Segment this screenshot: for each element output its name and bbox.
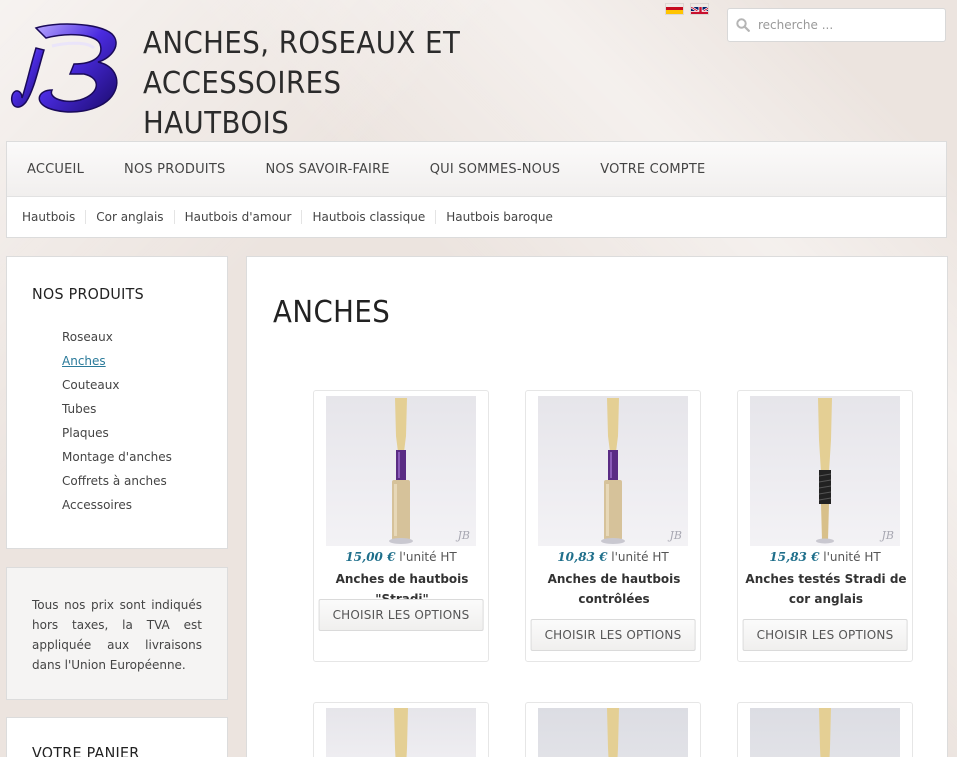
tax-note: Tous nos prix sont indiqués hors taxes, … — [32, 598, 202, 672]
page-title: ANCHES — [273, 295, 391, 330]
category-link-roseaux[interactable]: Roseaux — [62, 330, 113, 344]
site-title[interactable]: ANCHES, ROSEAUX ET ACCESSOIRES HAUTBOIS — [143, 24, 658, 144]
category-item: Anches — [62, 349, 227, 373]
menu-item-nos-produits[interactable]: NOS PRODUITS — [124, 162, 225, 177]
category-link-tubes[interactable]: Tubes — [62, 402, 96, 416]
product-price: 15,00 € l'unité HT — [314, 550, 488, 564]
english-flag-icon[interactable] — [690, 3, 709, 15]
category-link-coffrets[interactable]: Coffrets à anches — [62, 474, 167, 488]
category-item: Tubes — [62, 397, 227, 421]
reed-image — [816, 398, 834, 544]
product-image[interactable]: JB — [750, 396, 900, 546]
menu-item-qui-sommes-nous[interactable]: QUI SOMMES-NOUS — [430, 162, 561, 177]
reed-image — [389, 398, 413, 544]
product-watermark: JB — [457, 529, 471, 542]
sub-menu: Hautbois Cor anglais Hautbois d'amour Ha… — [7, 197, 946, 237]
submenu-item-hautbois-classique[interactable]: Hautbois classique — [312, 210, 437, 224]
menu-item-accueil[interactable]: ACCUEIL — [27, 162, 84, 177]
product-price: 10,83 € l'unité HT — [526, 550, 700, 564]
submenu-item-hautbois-damour[interactable]: Hautbois d'amour — [185, 210, 303, 224]
search-icon — [736, 18, 750, 32]
category-link-plaques[interactable]: Plaques — [62, 426, 109, 440]
cart-widget: VOTRE PANIER — [6, 717, 228, 757]
submenu-item-hautbois[interactable]: Hautbois — [22, 210, 87, 224]
tax-info-widget: Tous nos prix sont indiqués hors taxes, … — [6, 567, 228, 700]
product-watermark: JB — [669, 529, 683, 542]
category-link-accessoires[interactable]: Accessoires — [62, 498, 132, 512]
category-link-anches[interactable]: Anches — [62, 354, 106, 368]
category-item: Plaques — [62, 421, 227, 445]
category-list: Roseaux Anches Couteaux Tubes Plaques Mo… — [32, 325, 227, 517]
product-watermark: JB — [881, 529, 895, 542]
product-card — [737, 702, 913, 757]
reed-image — [394, 708, 408, 757]
choose-options-button[interactable]: CHOISIR LES OPTIONS — [742, 619, 908, 651]
category-link-couteaux[interactable]: Couteaux — [62, 378, 119, 392]
category-item: Couteaux — [62, 373, 227, 397]
price-amount: 15,00 € — [345, 550, 396, 564]
product-card: JB 15,83 € l'unité HT Anches testés Stra… — [737, 390, 913, 662]
product-image[interactable] — [326, 708, 476, 757]
price-unit: l'unité HT — [607, 550, 669, 564]
price-unit: l'unité HT — [819, 550, 881, 564]
product-card: JB 15,00 € l'unité HT Anches de hautbois… — [313, 390, 489, 662]
category-item: Accessoires — [62, 493, 227, 517]
reed-image — [607, 708, 619, 757]
product-name[interactable]: Anches testés Stradi de cor anglais — [742, 569, 910, 609]
category-item: Montage d'anches — [62, 445, 227, 469]
product-image[interactable] — [750, 708, 900, 757]
product-card — [525, 702, 701, 757]
price-amount: 10,83 € — [557, 550, 608, 564]
product-image[interactable] — [538, 708, 688, 757]
reed-image — [819, 708, 831, 757]
menu-item-nos-savoir-faire[interactable]: NOS SAVOIR-FAIRE — [265, 162, 389, 177]
spanish-flag-icon[interactable] — [665, 3, 684, 15]
main-content: ANCHES JB 15,00 € l'unité HT Anches de h… — [246, 256, 948, 757]
product-card — [313, 702, 489, 757]
price-amount: 15,83 € — [769, 550, 820, 564]
category-item: Roseaux — [62, 325, 227, 349]
product-image[interactable]: JB — [538, 396, 688, 546]
navigation: ACCUEIL NOS PRODUITS NOS SAVOIR-FAIRE QU… — [6, 141, 947, 238]
submenu-item-hautbois-baroque[interactable]: Hautbois baroque — [446, 210, 563, 224]
submenu-item-cor-anglais[interactable]: Cor anglais — [96, 210, 175, 224]
choose-options-button[interactable]: CHOISIR LES OPTIONS — [318, 599, 484, 631]
jb-logo-icon — [10, 23, 118, 113]
choose-options-button[interactable]: CHOISIR LES OPTIONS — [530, 619, 696, 651]
search-input[interactable] — [758, 18, 928, 32]
product-image[interactable]: JB — [326, 396, 476, 546]
product-card: JB 10,83 € l'unité HT Anches de hautbois… — [525, 390, 701, 662]
main-menu: ACCUEIL NOS PRODUITS NOS SAVOIR-FAIRE QU… — [7, 142, 946, 197]
site-logo[interactable] — [8, 20, 124, 120]
reed-image — [601, 398, 625, 544]
site-title-line1: ANCHES, ROSEAUX ET ACCESSOIRES — [143, 26, 461, 101]
product-price: 15,83 € l'unité HT — [738, 550, 912, 564]
language-switcher — [665, 3, 709, 15]
site-title-line2: HAUTBOIS — [143, 106, 290, 141]
sidebar-products-title: NOS PRODUITS — [32, 285, 144, 303]
price-unit: l'unité HT — [395, 550, 457, 564]
cart-title: VOTRE PANIER — [32, 744, 140, 757]
search-box[interactable] — [727, 8, 946, 42]
sidebar-products-widget: NOS PRODUITS Roseaux Anches Couteaux Tub… — [6, 256, 228, 549]
category-item: Coffrets à anches — [62, 469, 227, 493]
category-link-montage-danches[interactable]: Montage d'anches — [62, 450, 172, 464]
product-name[interactable]: Anches de hautbois contrôlées — [530, 569, 698, 609]
menu-item-votre-compte[interactable]: VOTRE COMPTE — [600, 162, 705, 177]
